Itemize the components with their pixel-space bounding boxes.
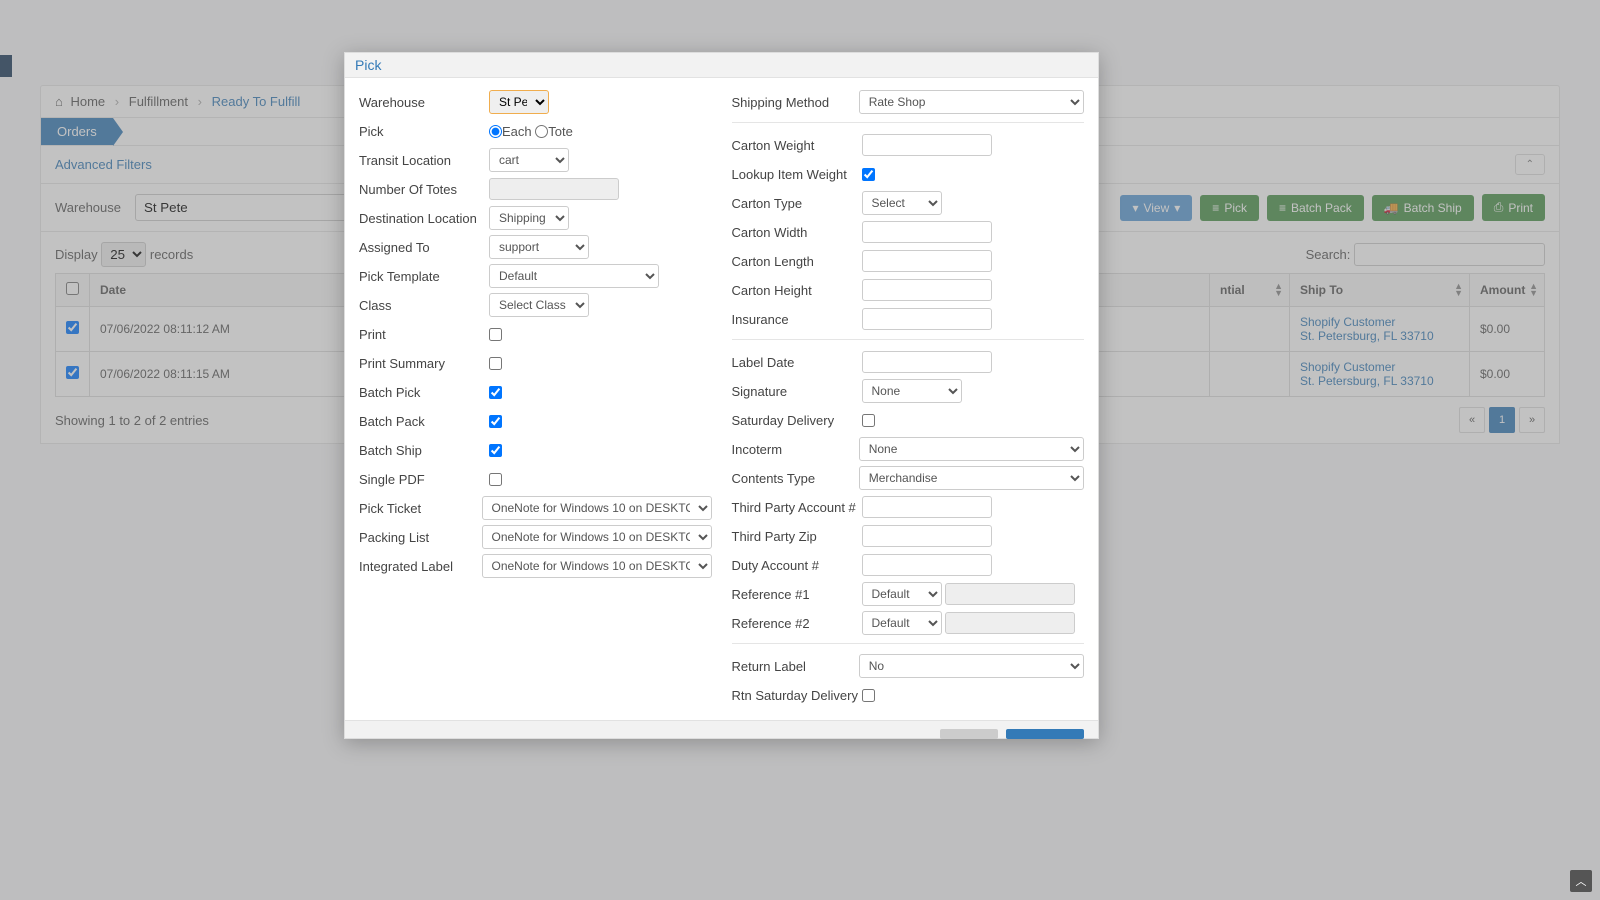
print-checkbox[interactable] (489, 328, 502, 341)
warehouse-select[interactable]: St Pete (489, 90, 549, 114)
rtn-saturday-label: Rtn Saturday Delivery (732, 688, 862, 703)
reference1-label: Reference #1 (732, 587, 862, 602)
label-date-label: Label Date (732, 355, 862, 370)
label-date-input[interactable] (862, 351, 992, 373)
integrated-label-label: Integrated Label (359, 559, 482, 574)
carton-height-input[interactable] (862, 279, 992, 301)
totes-input (489, 178, 619, 200)
ok-button[interactable] (1006, 729, 1084, 739)
shipping-method-label: Shipping Method (732, 95, 859, 110)
warehouse-label: Warehouse (359, 95, 489, 110)
third-party-account-input[interactable] (862, 496, 992, 518)
print-summary-checkbox[interactable] (489, 357, 502, 370)
packing-list-label: Packing List (359, 530, 482, 545)
batch-ship-checkbox[interactable] (489, 444, 502, 457)
batch-pack-label: Batch Pack (359, 414, 489, 429)
signature-select[interactable]: None (862, 379, 962, 403)
batch-pick-checkbox[interactable] (489, 386, 502, 399)
packing-list-select[interactable]: OneNote for Windows 10 on DESKTOP-CPSVA (482, 525, 712, 549)
modal-left-column: WarehouseSt Pete Pick Each Tote Transit … (359, 88, 712, 710)
pick-modal: Pick WarehouseSt Pete Pick Each Tote Tra… (344, 52, 1099, 739)
third-party-zip-label: Third Party Zip (732, 529, 862, 544)
pick-each-radio[interactable] (489, 125, 502, 138)
cancel-button[interactable] (940, 729, 998, 739)
template-select[interactable]: Default (489, 264, 659, 288)
batch-ship-label: Batch Ship (359, 443, 489, 458)
class-label: Class (359, 298, 489, 313)
destination-select[interactable]: Shipping (489, 206, 569, 230)
insurance-input[interactable] (862, 308, 992, 330)
return-label-label: Return Label (732, 659, 859, 674)
destination-label: Destination Location (359, 211, 489, 226)
insurance-label: Insurance (732, 312, 862, 327)
carton-width-input[interactable] (862, 221, 992, 243)
transit-select[interactable]: cart (489, 148, 569, 172)
shipping-method-select[interactable]: Rate Shop (859, 90, 1084, 114)
each-label: Each (502, 124, 532, 139)
return-label-select[interactable]: No (859, 654, 1084, 678)
carton-length-label: Carton Length (732, 254, 862, 269)
carton-height-label: Carton Height (732, 283, 862, 298)
pick-ticket-select[interactable]: OneNote for Windows 10 on DESKTOP-CPSVA (482, 496, 712, 520)
transit-label: Transit Location (359, 153, 489, 168)
reference2-select[interactable]: Default (862, 611, 942, 635)
carton-weight-label: Carton Weight (732, 138, 862, 153)
totes-label: Number Of Totes (359, 182, 489, 197)
modal-right-column: Shipping MethodRate Shop Carton Weight L… (732, 88, 1085, 710)
reference1-input (945, 583, 1075, 605)
batch-pack-checkbox[interactable] (489, 415, 502, 428)
reference2-input (945, 612, 1075, 634)
carton-type-select[interactable]: Select (862, 191, 942, 215)
lookup-weight-label: Lookup Item Weight (732, 167, 862, 182)
third-party-zip-input[interactable] (862, 525, 992, 547)
carton-width-label: Carton Width (732, 225, 862, 240)
single-pdf-checkbox[interactable] (489, 473, 502, 486)
carton-length-input[interactable] (862, 250, 992, 272)
assigned-select[interactable]: support (489, 235, 589, 259)
reference2-label: Reference #2 (732, 616, 862, 631)
modal-title: Pick (345, 53, 1098, 78)
signature-label: Signature (732, 384, 862, 399)
scroll-to-top-button[interactable]: ︿ (1570, 870, 1592, 892)
batch-pick-label: Batch Pick (359, 385, 489, 400)
modal-footer (345, 720, 1098, 738)
carton-type-label: Carton Type (732, 196, 862, 211)
incoterm-label: Incoterm (732, 442, 859, 457)
pick-tote-radio[interactable] (535, 125, 548, 138)
saturday-checkbox[interactable] (862, 414, 875, 427)
duty-account-input[interactable] (862, 554, 992, 576)
class-select[interactable]: Select Class (489, 293, 589, 317)
print-summary-label: Print Summary (359, 356, 489, 371)
duty-account-label: Duty Account # (732, 558, 862, 573)
incoterm-select[interactable]: None (859, 437, 1084, 461)
integrated-label-select[interactable]: OneNote for Windows 10 on DESKTOP-CPSVA (482, 554, 712, 578)
tote-label: Tote (548, 124, 573, 139)
saturday-label: Saturday Delivery (732, 413, 862, 428)
carton-weight-input[interactable] (862, 134, 992, 156)
contents-type-label: Contents Type (732, 471, 859, 486)
template-label: Pick Template (359, 269, 489, 284)
contents-type-select[interactable]: Merchandise (859, 466, 1084, 490)
single-pdf-label: Single PDF (359, 472, 489, 487)
third-party-account-label: Third Party Account # (732, 500, 862, 515)
print-label: Print (359, 327, 489, 342)
rtn-saturday-checkbox[interactable] (862, 689, 875, 702)
lookup-weight-checkbox[interactable] (862, 168, 875, 181)
pick-ticket-label: Pick Ticket (359, 501, 482, 516)
assigned-label: Assigned To (359, 240, 489, 255)
reference1-select[interactable]: Default (862, 582, 942, 606)
pick-label: Pick (359, 124, 489, 139)
